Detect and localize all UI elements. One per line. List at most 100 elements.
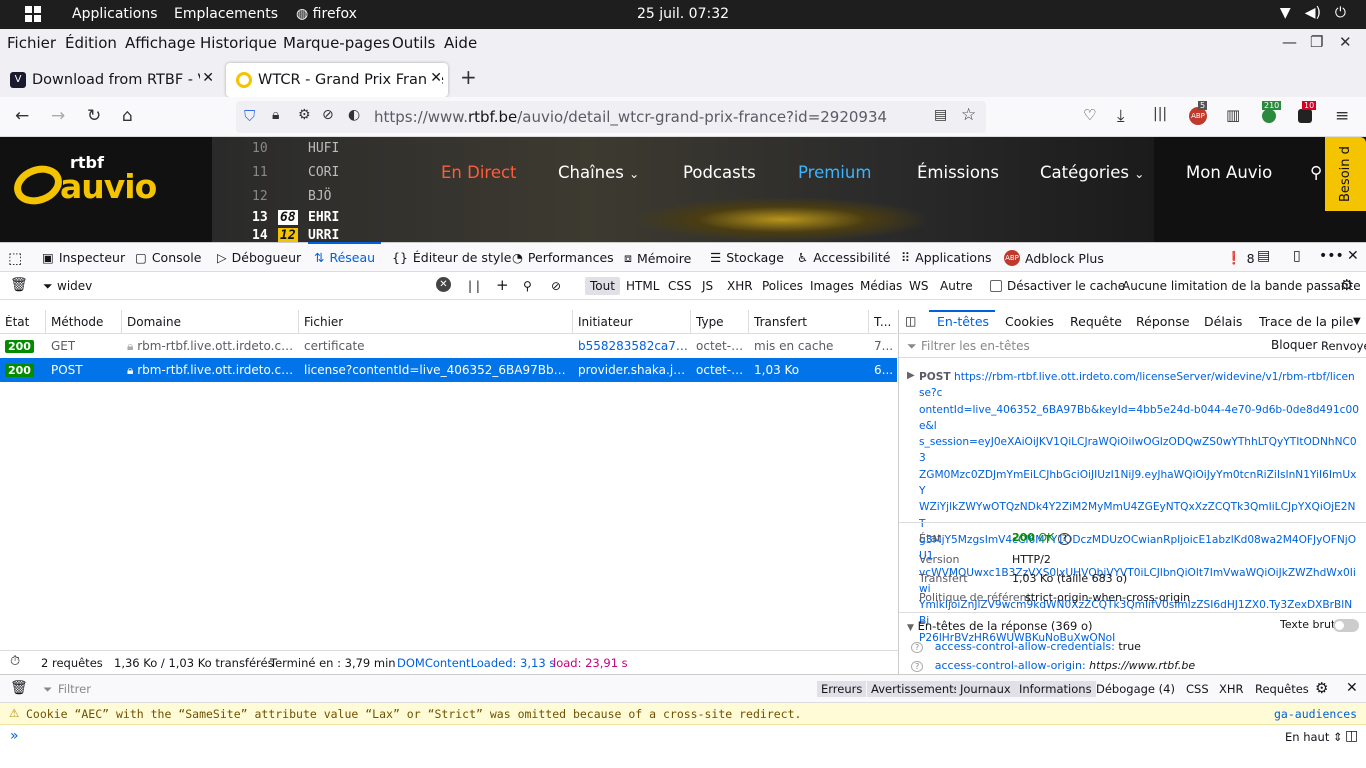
editor-mode-icon[interactable]: ◫ bbox=[1345, 728, 1358, 744]
menu-outils[interactable]: Outils bbox=[392, 34, 435, 52]
console-input-area[interactable]: » En haut ⇕ ◫ bbox=[0, 725, 1366, 768]
header-name[interactable]: access-control-allow-credentials: bbox=[935, 640, 1115, 653]
reader-view-icon[interactable]: ▤ bbox=[934, 107, 947, 123]
type-ws[interactable]: WS bbox=[909, 279, 928, 293]
help-button[interactable]: Besoin d bbox=[1325, 137, 1366, 211]
pick-element-icon[interactable]: ⬚ bbox=[8, 249, 22, 267]
clear-filter-icon[interactable]: ✕ bbox=[436, 277, 451, 292]
tab-applications[interactable]: ⠿ Applications bbox=[901, 250, 992, 265]
more-options-icon[interactable]: ••• bbox=[1319, 248, 1344, 264]
type-tout[interactable]: Tout bbox=[585, 277, 620, 295]
scroll-position-select[interactable]: En haut ⇕ bbox=[1285, 730, 1343, 744]
help-icon[interactable]: ? bbox=[1057, 533, 1071, 545]
col-taille[interactable]: T... bbox=[874, 315, 891, 329]
tabs-overflow-icon[interactable]: ▼ bbox=[1353, 316, 1361, 327]
col-type[interactable]: Type bbox=[696, 315, 724, 329]
places-menu[interactable]: Emplacements bbox=[174, 6, 278, 22]
settings-gear-icon[interactable]: ⚙ bbox=[1340, 276, 1353, 294]
col-initiateur[interactable]: Initiateur bbox=[578, 315, 633, 329]
level-informations[interactable]: Informations bbox=[1015, 681, 1096, 697]
type-css[interactable]: CSS bbox=[668, 279, 692, 293]
tab-download-rtbf[interactable]: V Download from RTBF - Vi ✕ bbox=[0, 63, 220, 97]
type-xhr[interactable]: XHR bbox=[727, 279, 753, 293]
header-name[interactable]: access-control-allow-origin: bbox=[935, 659, 1086, 672]
cell-initiator[interactable]: b558283582ca7685... bbox=[578, 339, 688, 353]
home-icon[interactable]: ⌂ bbox=[122, 106, 133, 126]
close-tab-icon[interactable]: ✕ bbox=[428, 70, 442, 86]
nav-chaines[interactable]: Chaînes ⌄ bbox=[558, 163, 639, 182]
menu-marque-pages[interactable]: Marque-pages bbox=[283, 34, 390, 52]
extension-dark-icon[interactable] bbox=[1298, 109, 1312, 123]
search-icon[interactable]: ⚲ bbox=[1310, 163, 1322, 182]
tab-cookies[interactable]: Cookies bbox=[1005, 314, 1054, 329]
level-avertissements[interactable]: Avertissements bbox=[867, 681, 964, 697]
close-window-button[interactable]: ✕ bbox=[1339, 33, 1352, 51]
cell-initiator[interactable]: provider.shaka.js:3... bbox=[578, 363, 688, 377]
tab-delais[interactable]: Délais bbox=[1204, 314, 1242, 329]
block-button[interactable]: Bloquer bbox=[1271, 338, 1317, 352]
tab-performances[interactable]: ◔ Performances bbox=[512, 250, 614, 265]
split-console-icon[interactable]: ▤ bbox=[1257, 248, 1270, 264]
toggle-sidebar-icon[interactable]: ◫ bbox=[905, 314, 916, 328]
console-settings-icon[interactable]: ⚙ bbox=[1315, 679, 1328, 697]
tab-stockage[interactable]: ☰ Stockage bbox=[710, 250, 784, 265]
sidebar-icon[interactable]: ▥ bbox=[1226, 106, 1240, 124]
tab-inspecteur[interactable]: ▣ Inspecteur bbox=[42, 250, 125, 265]
tab-console[interactable]: ▢ Console bbox=[135, 250, 201, 265]
close-devtools-icon[interactable]: ✕ bbox=[1347, 248, 1359, 264]
menu-affichage[interactable]: Affichage bbox=[125, 34, 195, 52]
tab-trace[interactable]: Trace de la pile bbox=[1259, 314, 1353, 329]
col-domaine[interactable]: Domaine bbox=[127, 315, 181, 329]
type-medias[interactable]: Médias bbox=[860, 279, 902, 293]
video-player[interactable]: 10 HUFI 11 CORI 12 BJÖ 13 68 EHRI 14 12 URRI bbox=[212, 137, 1154, 242]
type-autre[interactable]: Autre bbox=[940, 279, 973, 293]
trash-icon[interactable]: 🗑︎ bbox=[10, 277, 28, 293]
reload-icon[interactable]: ↻ bbox=[87, 106, 101, 126]
media-icon[interactable]: ◐ bbox=[348, 107, 360, 123]
tab-reponse[interactable]: Réponse bbox=[1136, 314, 1190, 329]
type-xhr[interactable]: XHR bbox=[1219, 682, 1244, 696]
error-count[interactable]: ❗ 8 bbox=[1226, 250, 1255, 266]
help-icon[interactable]: ? bbox=[911, 642, 924, 653]
active-app-menu[interactable]: ◍ firefox bbox=[296, 6, 357, 22]
library-icon[interactable]: ||| bbox=[1153, 106, 1167, 122]
request-url[interactable]: POST https://rbm-rtbf.live.ott.irdeto.co… bbox=[919, 369, 1359, 646]
tab-wtcr[interactable]: WTCR - Grand Prix France ✕ bbox=[226, 63, 448, 97]
menu-historique[interactable]: Historique bbox=[200, 34, 277, 52]
pause-icon[interactable]: | | bbox=[468, 279, 480, 293]
type-js[interactable]: JS bbox=[702, 279, 713, 293]
pocket-icon[interactable]: ♡ bbox=[1083, 106, 1096, 124]
col-transfert[interactable]: Transfert bbox=[754, 315, 807, 329]
tab-reseau[interactable]: ⇅ Réseau bbox=[307, 242, 382, 265]
type-css[interactable]: CSS bbox=[1186, 682, 1209, 696]
throttle-select[interactable]: Aucune limitation de la bande passante ⇕ bbox=[1122, 279, 1366, 293]
autoplay-blocked-icon[interactable]: ⊘ bbox=[322, 107, 334, 123]
tab-debogueur[interactable]: ▷ Débogueur bbox=[217, 250, 301, 265]
forward-icon[interactable]: → bbox=[51, 106, 65, 126]
type-polices[interactable]: Polices bbox=[762, 279, 803, 293]
nav-en-direct[interactable]: En Direct bbox=[441, 163, 517, 182]
maximize-button[interactable]: ❐ bbox=[1310, 33, 1323, 51]
type-requetes[interactable]: Requêtes bbox=[1255, 682, 1309, 696]
extension-green-icon[interactable] bbox=[1262, 109, 1276, 123]
close-tab-icon[interactable]: ✕ bbox=[200, 70, 214, 86]
bookmark-star-icon[interactable]: ☆ bbox=[961, 105, 976, 125]
nav-categories[interactable]: Catégories ⌄ bbox=[1040, 163, 1144, 182]
system-tray[interactable]: ▼ ◀) ⏻ bbox=[1280, 5, 1346, 21]
tab-adblock-plus[interactable]: ABP Adblock Plus bbox=[1004, 250, 1104, 266]
url-filter-input[interactable]: widev bbox=[57, 279, 92, 293]
tab-editeur-de-style[interactable]: {} Éditeur de style bbox=[392, 250, 511, 265]
nav-podcasts[interactable]: Podcasts bbox=[683, 163, 756, 182]
url-bar[interactable]: ⛉ 🔒︎ ⚙ ⊘ ◐ https://www.rtbf.be/auvio/det… bbox=[236, 101, 986, 133]
app-grid-icon[interactable] bbox=[25, 6, 41, 22]
search-icon[interactable]: ⚲ bbox=[523, 279, 532, 293]
raw-text-toggle[interactable] bbox=[1333, 619, 1359, 632]
col-methode[interactable]: Méthode bbox=[51, 315, 103, 329]
col-etat[interactable]: État bbox=[5, 315, 29, 329]
table-row-selected[interactable]: 200 POST 🔒︎ rbm-rtbf.live.ott.irdeto.com… bbox=[0, 358, 897, 382]
add-block-icon[interactable]: + bbox=[496, 276, 509, 294]
downloads-icon[interactable]: ⤓ bbox=[1117, 106, 1125, 126]
help-icon[interactable]: ? bbox=[911, 661, 924, 672]
level-erreurs[interactable]: Erreurs bbox=[817, 681, 867, 697]
tab-requete[interactable]: Requête bbox=[1070, 314, 1122, 329]
